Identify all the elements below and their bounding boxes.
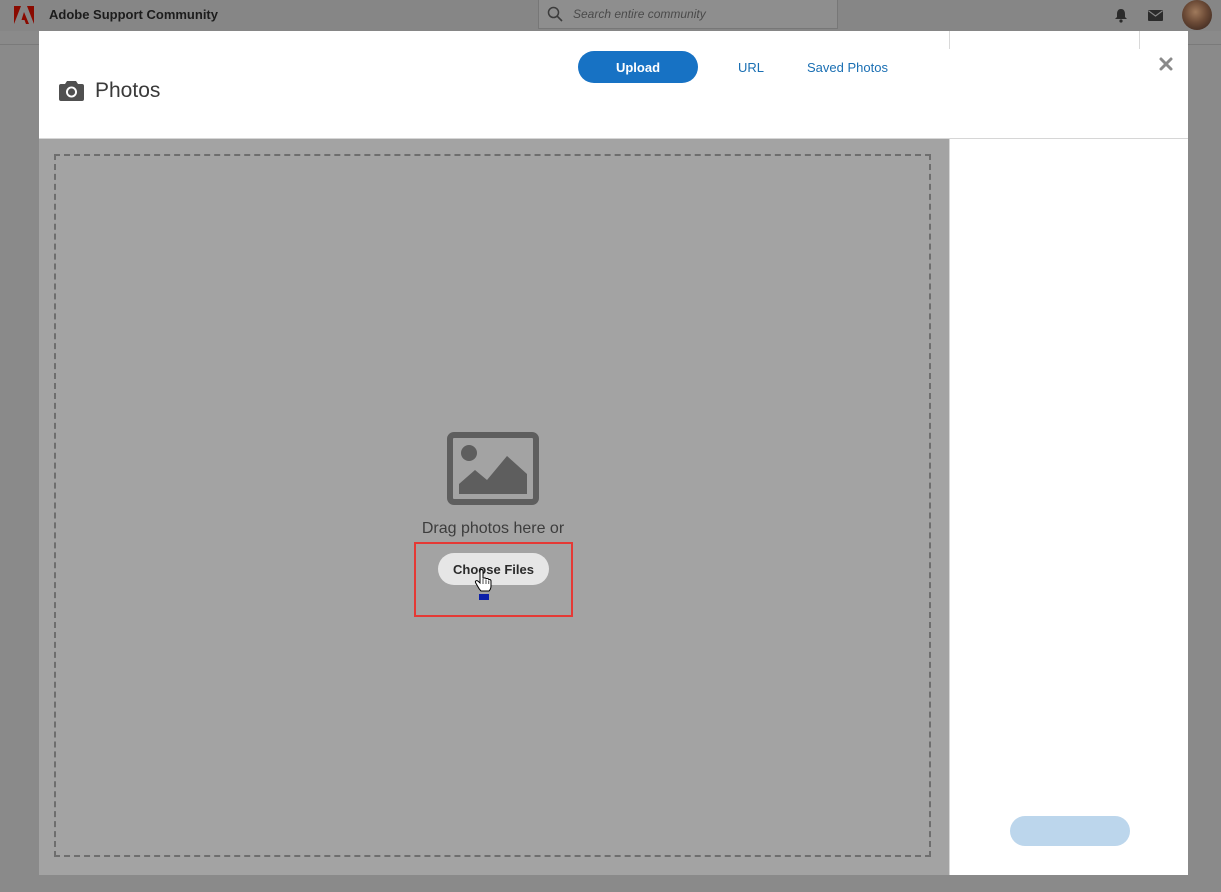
drag-instruction: Drag photos here or bbox=[421, 520, 565, 537]
site-header: Adobe Support Community bbox=[0, 0, 1221, 31]
search-icon[interactable] bbox=[547, 6, 563, 22]
site-title[interactable]: Adobe Support Community bbox=[49, 7, 218, 22]
camera-icon bbox=[59, 81, 84, 101]
tab-saved-photos[interactable]: Saved Photos bbox=[807, 60, 888, 75]
drop-zone[interactable] bbox=[54, 154, 931, 857]
modal-title: Photos bbox=[95, 79, 161, 102]
mail-icon[interactable] bbox=[1148, 10, 1163, 21]
header-separator bbox=[1139, 31, 1140, 49]
tab-upload[interactable]: Upload bbox=[578, 51, 698, 83]
header-separator bbox=[949, 31, 950, 49]
choose-files-button[interactable]: Choose Files bbox=[438, 553, 549, 585]
modal-header: Photos Upload URL Saved Photos bbox=[39, 31, 1188, 139]
search-box[interactable] bbox=[538, 0, 838, 29]
search-input[interactable] bbox=[573, 5, 823, 23]
photos-modal: Photos Upload URL Saved Photos Drag phot… bbox=[39, 31, 1188, 875]
adobe-logo-icon[interactable] bbox=[14, 6, 34, 24]
right-panel bbox=[949, 139, 1188, 875]
close-icon[interactable] bbox=[1158, 56, 1174, 72]
insert-button[interactable] bbox=[1010, 816, 1130, 846]
bell-icon[interactable] bbox=[1114, 8, 1128, 23]
tab-url[interactable]: URL bbox=[738, 60, 764, 75]
image-placeholder-icon bbox=[447, 432, 539, 505]
avatar[interactable] bbox=[1182, 0, 1212, 30]
